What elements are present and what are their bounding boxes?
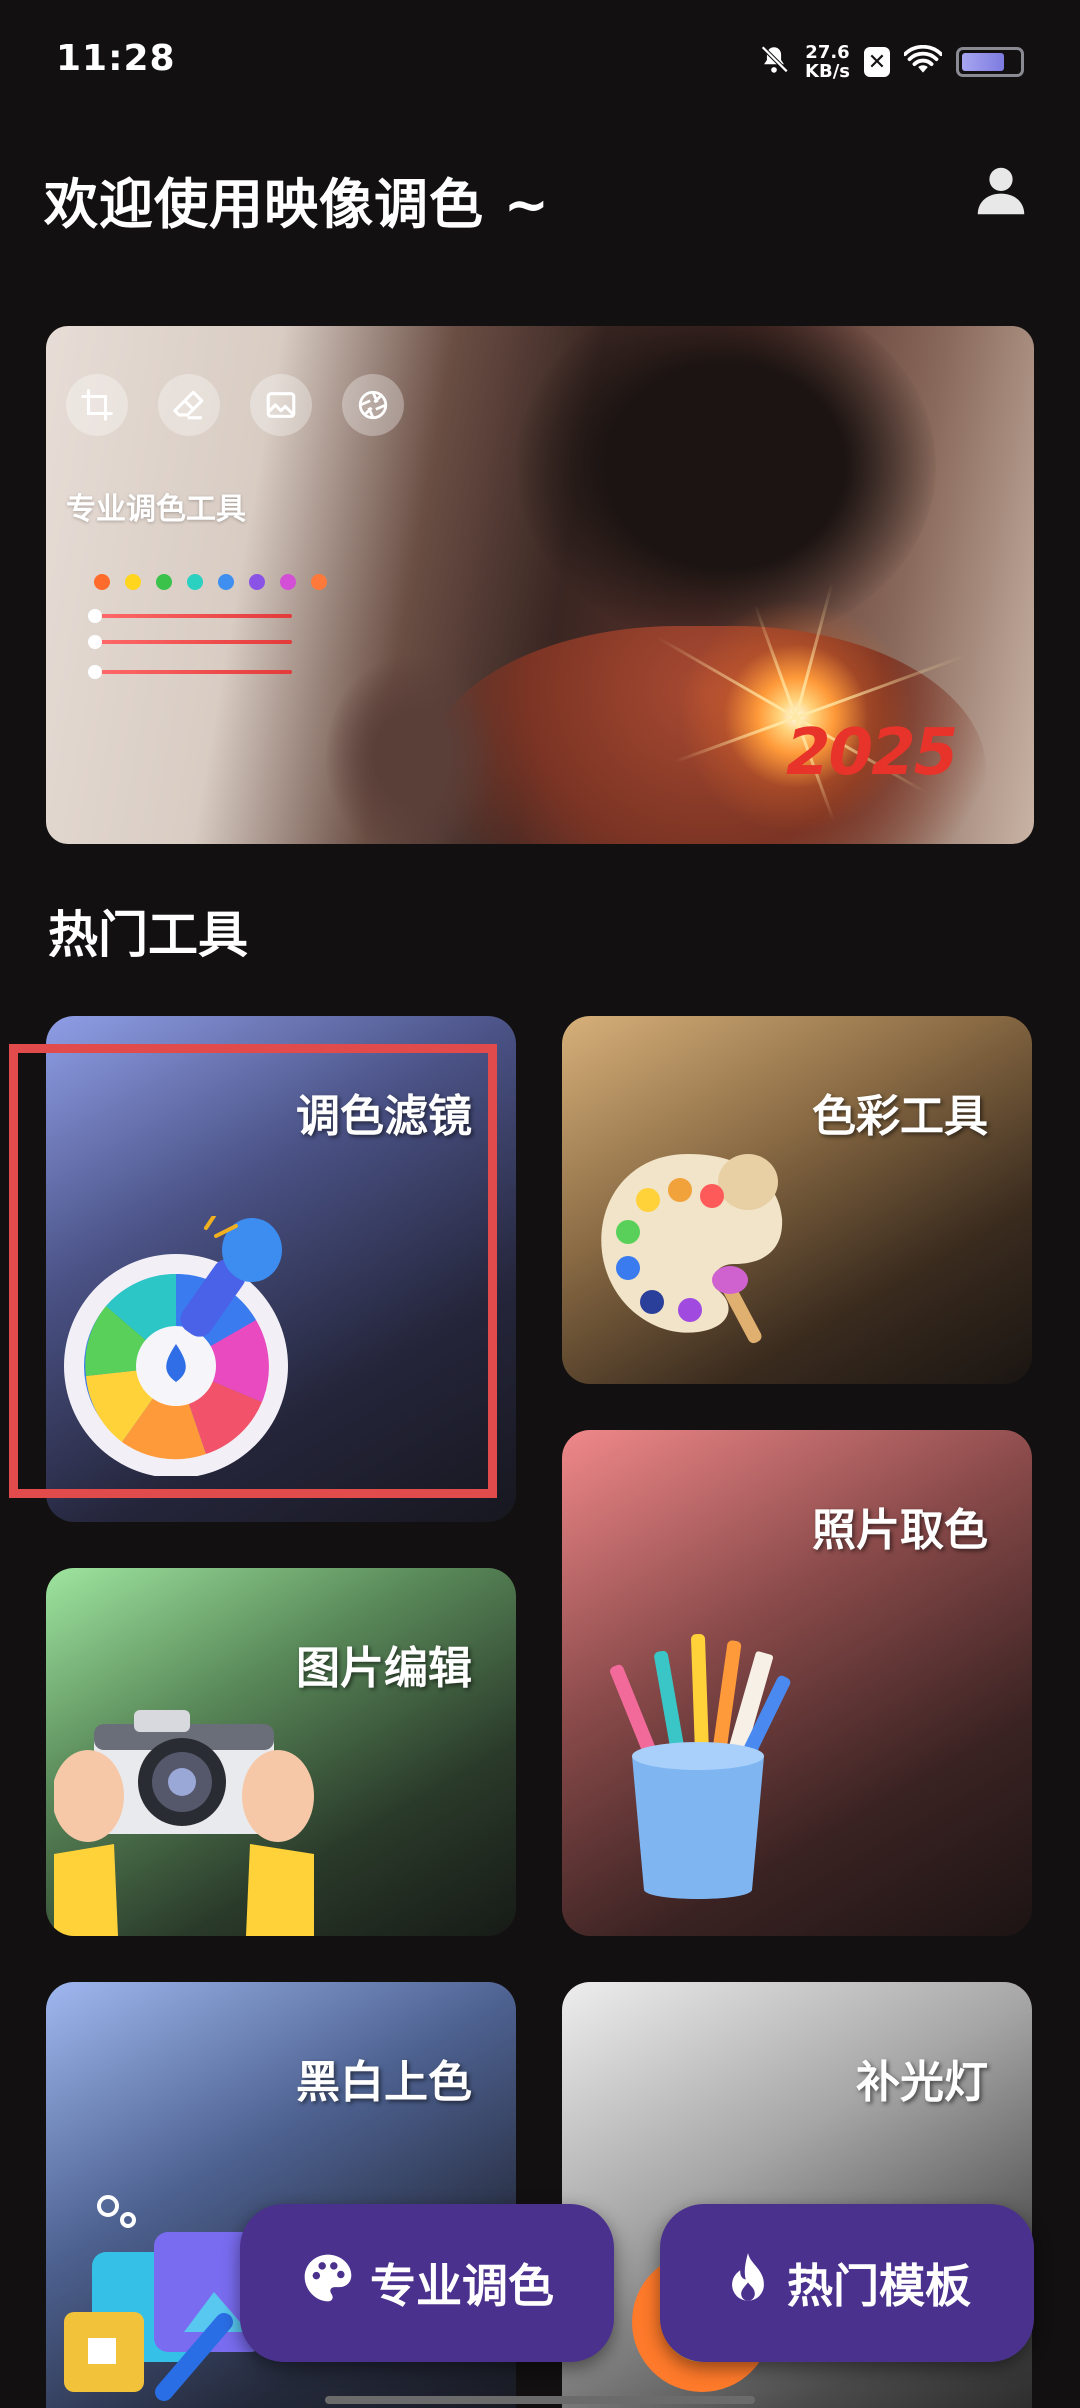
battery-icon (956, 47, 1024, 77)
promo-banner[interactable]: 专业调色工具 2025 (46, 326, 1034, 844)
aperture-icon (342, 374, 404, 436)
color-swatch (187, 574, 203, 590)
hot-template-button[interactable]: 热门模板 (660, 2204, 1034, 2362)
profile-button[interactable] (970, 160, 1032, 222)
banner-photo-hand (326, 656, 496, 844)
hot-tools-title: 热门工具 (48, 906, 248, 964)
color-swatch (125, 574, 141, 590)
crop-icon (66, 374, 128, 436)
tool-card-title: 色彩工具 (812, 1091, 988, 1142)
home-indicator[interactable] (325, 2396, 755, 2404)
color-swatch-row (94, 574, 327, 590)
image-icon (250, 374, 312, 436)
wifi-icon (903, 44, 943, 79)
user-icon (970, 167, 1032, 226)
sparkler-glow (646, 566, 946, 844)
tool-card-title: 补光灯 (856, 2057, 988, 2108)
eraser-icon (158, 374, 220, 436)
color-swatch (249, 574, 265, 590)
net-speed-value: 27.6 (805, 42, 850, 63)
tool-card-color-tool[interactable]: 色彩工具 (562, 1016, 1032, 1384)
tool-card-photo-pick[interactable]: 照片取色 (562, 1430, 1032, 1936)
page-title: 欢迎使用映像调色 ~ (44, 173, 551, 236)
pro-color-label: 专业调色 (370, 2259, 554, 2313)
palette-icon (300, 2250, 356, 2317)
battery-level (962, 53, 1004, 71)
banner-tool-icons (66, 374, 404, 436)
color-swatch (218, 574, 234, 590)
banner-slider (88, 665, 292, 679)
tool-card-title: 黑白上色 (296, 2057, 472, 2108)
status-bar: 11:28 27.6 KB/s ✕ (0, 0, 1080, 126)
banner-year-text: 2025 (786, 716, 958, 790)
hot-template-label: 热门模板 (787, 2259, 971, 2313)
banner-label: 专业调色工具 (66, 492, 246, 527)
tool-card-title: 照片取色 (812, 1505, 988, 1556)
highlight-box (9, 1044, 497, 1498)
pro-color-button[interactable]: 专业调色 (240, 2204, 614, 2362)
flame-icon (723, 2250, 773, 2317)
sim-x-icon: ✕ (864, 47, 890, 77)
status-icons: 27.6 KB/s ✕ (757, 40, 1024, 84)
banner-slider (88, 609, 292, 623)
tool-card-title: 图片编辑 (296, 1643, 472, 1694)
network-speed: 27.6 KB/s (805, 43, 850, 81)
net-speed-unit: KB/s (805, 61, 850, 82)
color-swatch (311, 574, 327, 590)
pencil-cup-icon (598, 1610, 798, 1914)
banner-slider (88, 635, 292, 649)
color-swatch (280, 574, 296, 590)
tool-card-image-edit[interactable]: 图片编辑 (46, 1568, 516, 1936)
camera-hands-icon (52, 1704, 314, 1936)
color-swatch (156, 574, 172, 590)
status-time: 11:28 (56, 38, 176, 79)
color-swatch (94, 574, 110, 590)
palette-art-icon (588, 1142, 798, 1356)
bell-muted-icon (757, 43, 791, 81)
